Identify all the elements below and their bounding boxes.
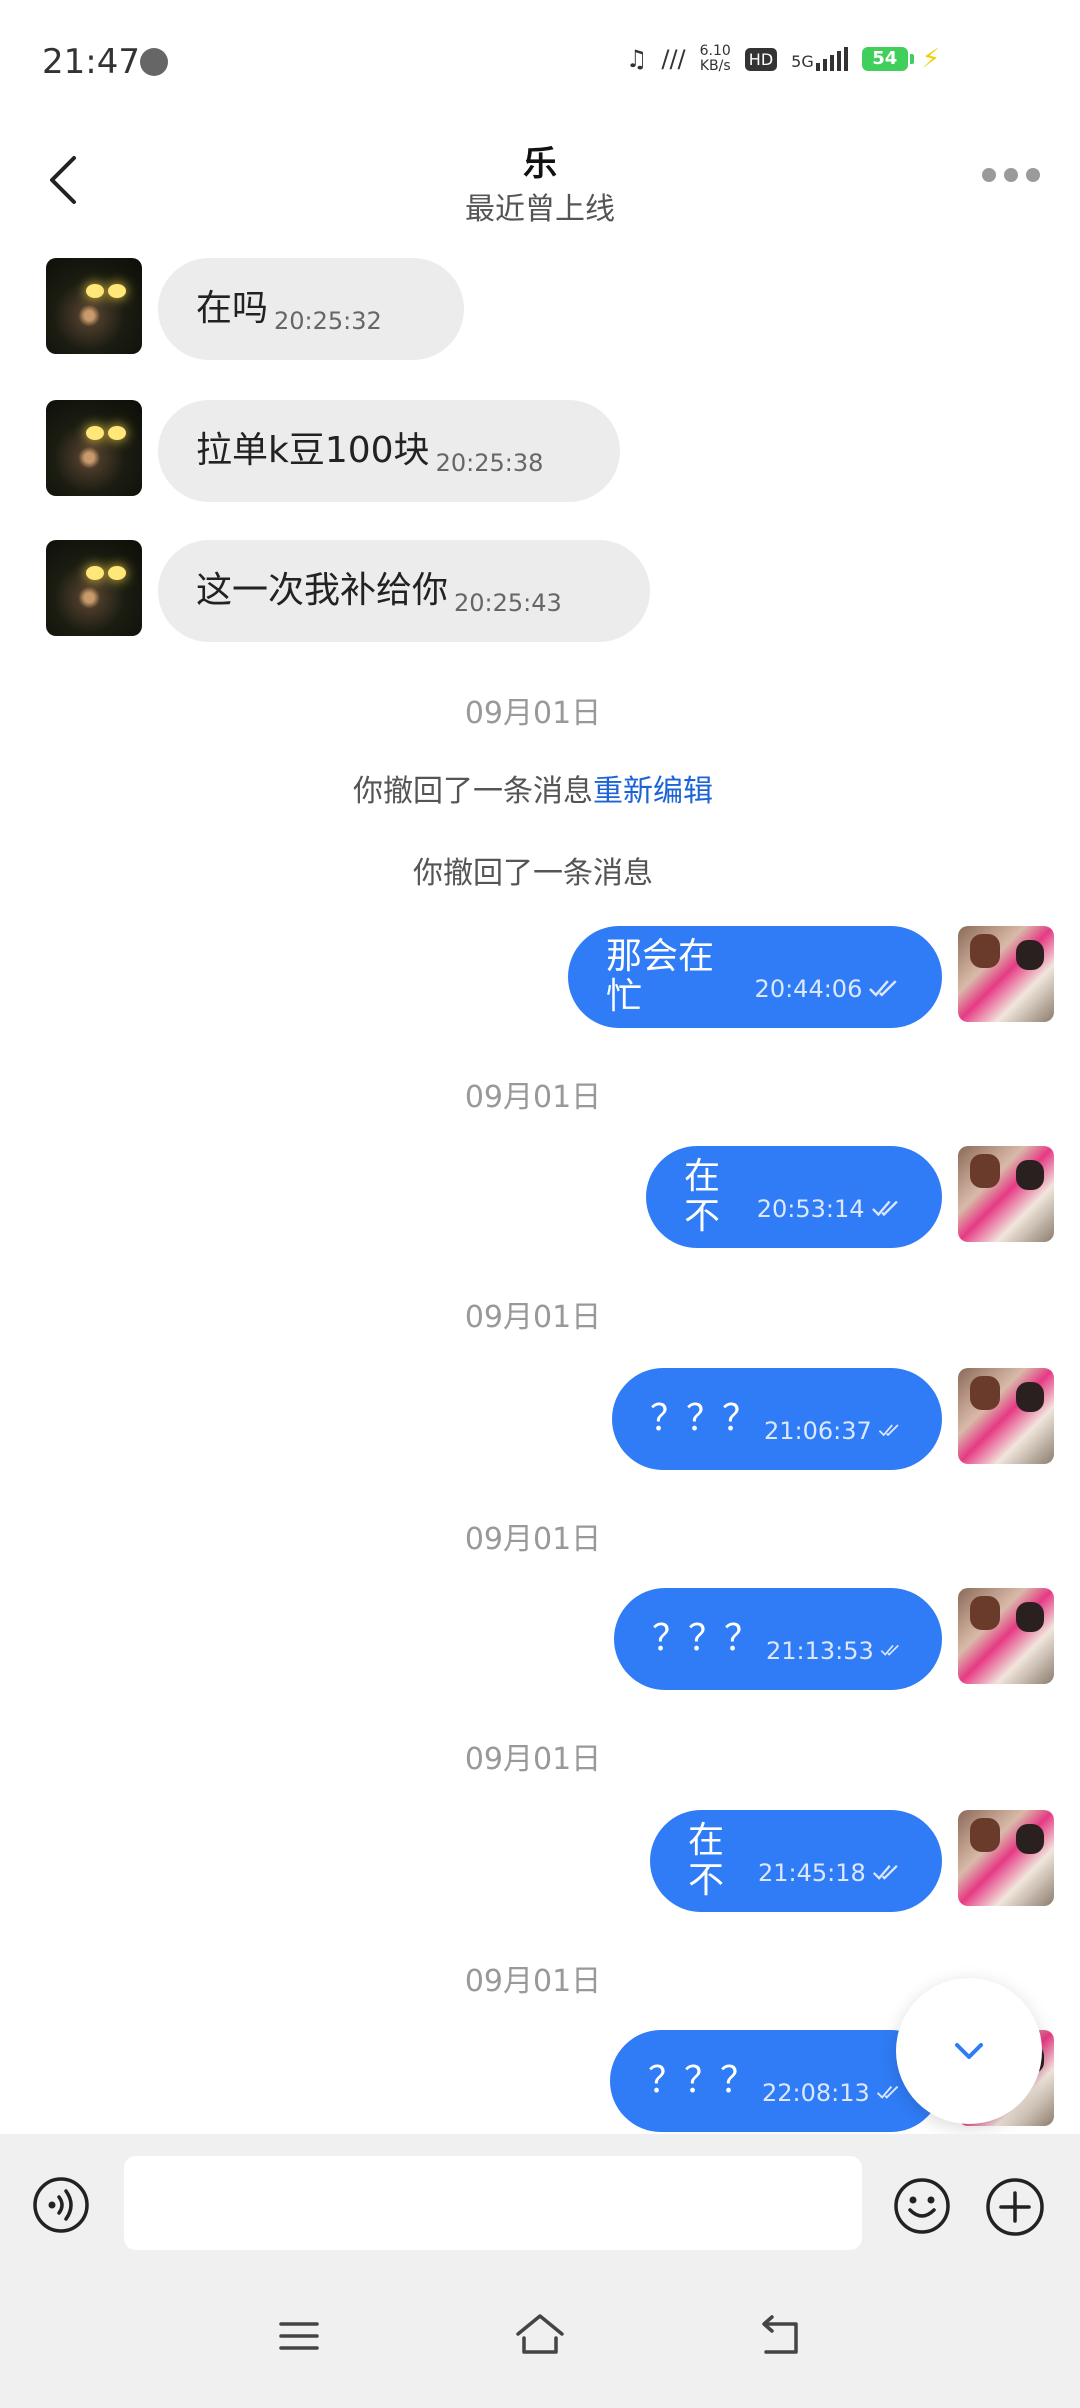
system-nav-bar: [0, 2180, 1080, 2408]
charging-icon: ⚡: [921, 44, 940, 74]
date-separator: 09月01日: [464, 1300, 602, 1335]
message-time: 20:25:38: [435, 449, 544, 477]
online-status: 最近曾上线: [465, 192, 615, 227]
notification-dot-icon: [140, 48, 168, 76]
message-outgoing: 那会在忙 20:44:06: [0, 926, 1080, 1028]
home-icon[interactable]: [514, 2312, 566, 2356]
double-check-icon: [878, 1424, 899, 1437]
message-time: 20:44:06: [754, 975, 863, 1003]
message-bubble[interactable]: ？？？ 21:13:53: [614, 1588, 942, 1690]
message-text: 在不: [684, 1156, 721, 1237]
status-icons: ♫ /// 6.10 KB/s HD 5G 54 ⚡: [625, 43, 940, 75]
message-outgoing: 在不 21:45:18: [0, 1810, 1080, 1912]
avatar[interactable]: [958, 1146, 1054, 1242]
contact-name[interactable]: 乐: [0, 136, 1080, 185]
avatar[interactable]: [46, 400, 142, 496]
message-text: 拉单k豆100块: [196, 430, 430, 471]
message-bubble[interactable]: 那会在忙 20:44:06: [568, 926, 942, 1028]
message-text: 那会在忙: [606, 936, 715, 1017]
double-check-icon: [880, 1644, 899, 1656]
menu-icon[interactable]: [278, 2318, 320, 2354]
message-time: 20:25:43: [454, 589, 562, 617]
message-text: ？？？: [648, 2060, 757, 2101]
carrier-icon: ///: [661, 45, 686, 73]
avatar[interactable]: [958, 1368, 1054, 1464]
message-bubble[interactable]: 在吗 20:25:32: [158, 258, 464, 360]
chat-header: 乐 最近曾上线: [0, 126, 1080, 246]
recall-notice: 你撤回了一条消息: [413, 856, 653, 891]
message-bubble[interactable]: ？？？ 22:08:13: [610, 2030, 942, 2132]
status-time: 21:47: [42, 42, 140, 82]
message-time: 21:45:18: [757, 1859, 866, 1887]
scroll-to-bottom-button[interactable]: [896, 1978, 1042, 2124]
date-separator: 09月01日: [464, 1742, 602, 1777]
date-separator: 09月01日: [464, 696, 602, 731]
hd-icon: HD: [744, 47, 778, 71]
message-text: 这一次我补给你: [196, 570, 449, 611]
message-time: 21:13:53: [766, 1637, 874, 1665]
message-bubble[interactable]: 这一次我补给你 20:25:43: [158, 540, 650, 642]
message-text: ？？？: [650, 1398, 759, 1439]
status-bar: 21:47 ♫ /// 6.10 KB/s HD 5G 54 ⚡: [0, 0, 1080, 126]
avatar[interactable]: [958, 1810, 1054, 1906]
avatar[interactable]: [958, 926, 1054, 1022]
avatar[interactable]: [46, 540, 142, 636]
signal-icon: 5G: [791, 47, 848, 71]
message-text: ？？？: [652, 1618, 761, 1659]
message-bubble[interactable]: 拉单k豆100块 20:25:38: [158, 400, 620, 502]
message-time: 22:08:13: [762, 2079, 870, 2107]
message-outgoing: ？？？ 21:06:37: [0, 1368, 1080, 1470]
chevron-down-icon: [955, 2043, 983, 2059]
message-text: 在吗: [196, 288, 269, 329]
date-separator: 09月01日: [464, 1080, 602, 1115]
headphones-icon: ♫: [625, 45, 648, 73]
message-outgoing: 在不 20:53:14: [0, 1146, 1080, 1248]
message-time: 20:53:14: [756, 1195, 865, 1223]
avatar[interactable]: [958, 1588, 1054, 1684]
double-check-icon: [869, 980, 897, 997]
recall-notice: 你撤回了一条消息重新编辑: [353, 774, 713, 809]
net-speed: 6.10 KB/s: [699, 43, 731, 74]
reedit-link[interactable]: 重新编辑: [593, 774, 713, 809]
date-separator: 09月01日: [464, 1964, 602, 1999]
message-bubble[interactable]: ？？？ 21:06:37: [612, 1368, 942, 1470]
back-icon[interactable]: [758, 2314, 804, 2356]
message-bubble[interactable]: 在不 20:53:14: [646, 1146, 942, 1248]
double-check-icon: [872, 1864, 898, 1880]
avatar[interactable]: [46, 258, 142, 354]
message-time: 21:06:37: [764, 1417, 872, 1445]
battery-icon: 54: [861, 47, 914, 71]
double-check-icon: [876, 2085, 899, 2099]
message-outgoing: ？？？ 21:13:53: [0, 1588, 1080, 1690]
message-time: 20:25:32: [274, 307, 382, 335]
message-bubble[interactable]: 在不 21:45:18: [650, 1810, 942, 1912]
date-separator: 09月01日: [464, 1522, 602, 1557]
double-check-icon: [871, 1200, 898, 1217]
more-dots-icon[interactable]: [982, 168, 1040, 182]
message-text: 在不: [688, 1820, 725, 1901]
